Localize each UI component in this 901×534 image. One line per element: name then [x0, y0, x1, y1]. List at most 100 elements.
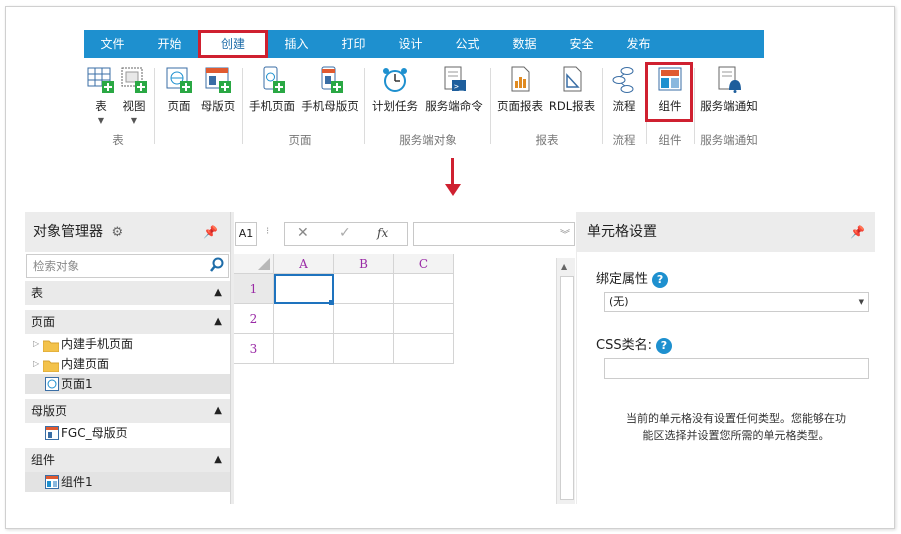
table-button[interactable]: 表 ▼	[86, 66, 116, 125]
row-header-2[interactable]: 2	[234, 304, 274, 334]
page-report-button-label: 页面报表	[497, 99, 543, 113]
search-icon[interactable]	[210, 257, 224, 276]
tab-publish[interactable]: 发布	[610, 30, 667, 58]
tab-home[interactable]: 开始	[141, 30, 198, 58]
ribbon-tab-bar: 文件 开始 创建 插入 打印 设计 公式 数据 安全 发布	[84, 30, 764, 58]
tab-insert[interactable]: 插入	[268, 30, 325, 58]
pin-icon[interactable]: 📌	[203, 212, 218, 252]
chevron-up-icon[interactable]: ▲	[214, 399, 222, 423]
mobile-page-icon	[258, 66, 286, 94]
cell-settings-title: 单元格设置	[587, 224, 657, 240]
scrollbar-thumb[interactable]	[560, 276, 574, 500]
bind-property-select[interactable]: (无) ▼	[604, 292, 869, 312]
column-header-a[interactable]: A	[274, 254, 334, 274]
chevron-up-icon[interactable]: ▲	[214, 310, 222, 334]
tree-item-builtin-page[interactable]: ▷ 内建页面	[25, 354, 230, 374]
section-table-label: 表	[31, 286, 44, 300]
cell[interactable]	[274, 334, 334, 364]
section-page-label: 页面	[31, 315, 56, 329]
more-options-icon[interactable]: ⁝	[266, 226, 269, 237]
column-header-c[interactable]: C	[394, 254, 454, 274]
cell[interactable]	[394, 304, 454, 334]
component-icon	[45, 475, 59, 495]
expand-triangle-icon[interactable]: ▷	[33, 334, 39, 354]
tab-print[interactable]: 打印	[325, 30, 382, 58]
tab-create[interactable]: 创建	[198, 30, 268, 58]
cell[interactable]	[334, 334, 394, 364]
notification-bell-icon	[715, 66, 743, 94]
search-input[interactable]: 检索对象	[27, 259, 79, 273]
master-page-icon	[204, 66, 232, 94]
divider	[242, 68, 243, 144]
page-icon	[165, 66, 193, 94]
function-fx-icon[interactable]: fx	[377, 226, 388, 240]
confirm-check-icon[interactable]: ✓	[339, 225, 351, 241]
page-button[interactable]: 页面	[164, 66, 194, 114]
server-notify-button[interactable]: 服务端通知	[698, 66, 760, 114]
fill-handle[interactable]	[329, 300, 334, 305]
page-button-label: 页面	[167, 99, 191, 113]
group-label-server-notify: 服务端通知	[700, 133, 758, 147]
gear-icon[interactable]: ⚙	[111, 225, 123, 240]
formula-actions: ✕ ✓ fx	[284, 222, 408, 246]
row-header-3[interactable]: 3	[234, 334, 274, 364]
cell[interactable]	[394, 334, 454, 364]
tab-security[interactable]: 安全	[553, 30, 610, 58]
row-header-1[interactable]: 1	[234, 274, 274, 304]
expand-triangle-icon[interactable]: ▷	[33, 354, 39, 374]
tab-formula[interactable]: 公式	[439, 30, 496, 58]
pin-icon[interactable]: 📌	[850, 212, 865, 252]
cell[interactable]	[274, 304, 334, 334]
scroll-up-icon[interactable]: ▲	[561, 262, 567, 271]
css-class-row: CSS类名:?	[596, 334, 672, 354]
section-component-header[interactable]: 组件 ▲	[25, 447, 230, 472]
cancel-x-icon[interactable]: ✕	[297, 225, 309, 241]
select-all-corner[interactable]	[234, 254, 274, 274]
chevron-up-icon[interactable]: ▲	[214, 448, 222, 472]
section-master-label: 母版页	[31, 404, 68, 418]
alarm-clock-icon	[381, 66, 409, 94]
mobile-page-button[interactable]: 手机页面	[248, 66, 296, 114]
expand-chevron-icon[interactable]: ︾	[560, 226, 570, 241]
mobile-master-page-button[interactable]: 手机母版页	[300, 66, 360, 114]
rdl-report-button[interactable]: RDL报表	[548, 66, 596, 114]
formula-input[interactable]: ︾	[413, 222, 575, 246]
master-page-button[interactable]: 母版页	[198, 66, 238, 114]
tree-item-fgc-master[interactable]: FGC_母版页	[25, 423, 230, 443]
tab-design[interactable]: 设计	[382, 30, 439, 58]
group-label-page: 页面	[288, 133, 312, 147]
scheduled-task-button[interactable]: 计划任务	[370, 66, 420, 114]
bind-property-value: (无)	[609, 295, 629, 308]
cell[interactable]	[334, 304, 394, 334]
search-box[interactable]: 检索对象	[26, 254, 229, 278]
tab-data[interactable]: 数据	[496, 30, 553, 58]
cell-reference-box[interactable]: A1	[235, 222, 257, 246]
workflow-button[interactable]: 流程	[606, 66, 642, 114]
section-page-header[interactable]: 页面 ▲	[25, 309, 230, 334]
tree-item-builtin-mobile-page[interactable]: ▷ 内建手机页面	[25, 334, 230, 354]
chevron-up-icon[interactable]: ▲	[214, 281, 222, 305]
workflow-icon	[610, 66, 638, 94]
help-icon[interactable]: ?	[652, 271, 669, 288]
mobile-master-page-icon	[316, 66, 344, 94]
cell-a1-selected[interactable]	[274, 274, 334, 304]
page-report-button[interactable]: 页面报表	[496, 66, 544, 114]
mobile-page-button-label: 手机页面	[249, 99, 295, 113]
column-header-b[interactable]: B	[334, 254, 394, 274]
cell[interactable]	[394, 274, 454, 304]
dropdown-arrow-icon[interactable]: ▼	[859, 293, 864, 311]
help-icon[interactable]: ?	[655, 337, 672, 354]
tree-item-component1[interactable]: 组件1	[25, 472, 230, 492]
section-table-header[interactable]: 表 ▲	[25, 280, 230, 305]
component-highlight-box	[645, 62, 693, 122]
no-type-message: 当前的单元格没有设置任何类型。您能够在功 能区选择并设置您所需的单元格类型。	[601, 410, 871, 444]
tree-item-page1[interactable]: 页面1	[25, 374, 230, 394]
server-command-button[interactable]: >_ 服务端命令	[424, 66, 484, 114]
view-button[interactable]: 视图 ▼	[118, 66, 150, 125]
section-master-header[interactable]: 母版页 ▲	[25, 398, 230, 423]
css-class-input[interactable]	[604, 358, 869, 379]
designer-window: 对象管理器 ⚙ 📌 检索对象 表 ▲ 页面 ▲ ▷ 内建手机页面 ▷ 内建页面	[25, 212, 875, 504]
cell[interactable]	[334, 274, 394, 304]
tab-file[interactable]: 文件	[84, 30, 141, 58]
vertical-scrollbar[interactable]: ▲	[556, 258, 575, 504]
